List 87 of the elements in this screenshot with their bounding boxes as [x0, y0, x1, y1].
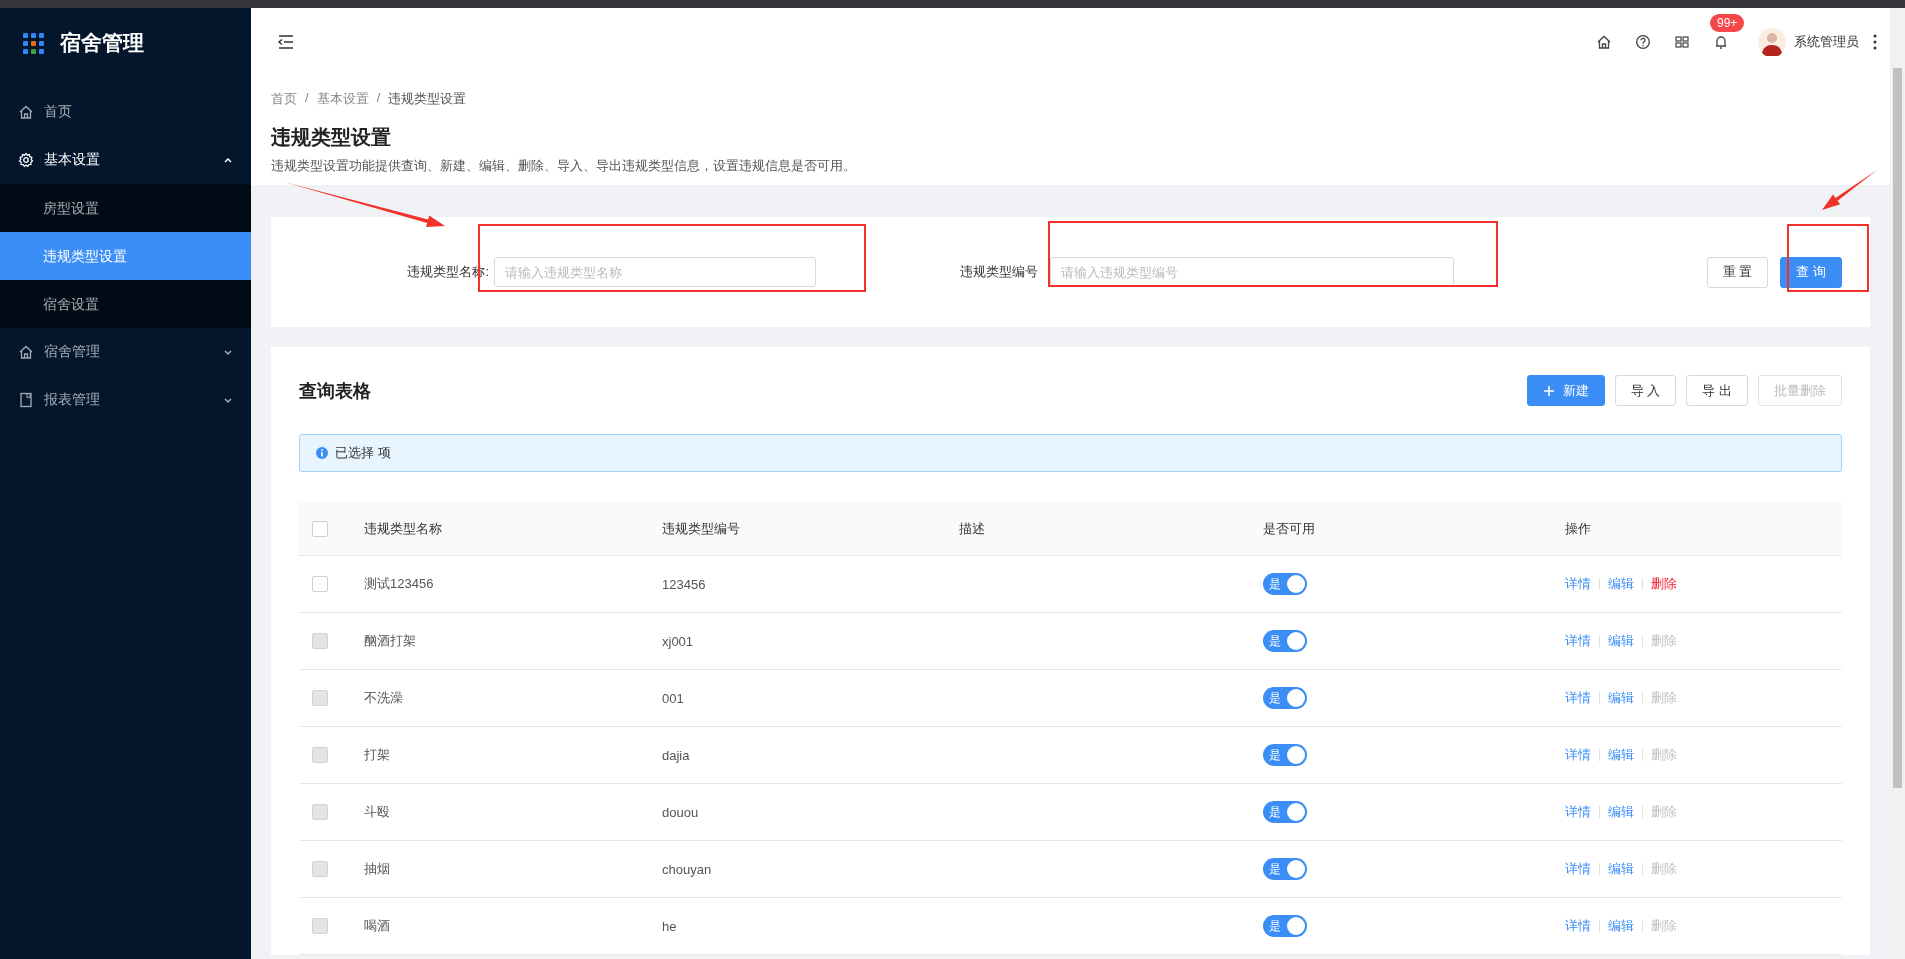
table-cell: 测试123456	[364, 575, 434, 593]
table-cell: xj001	[662, 633, 694, 649]
menu-item[interactable]: 报表管理	[0, 376, 251, 424]
toggle-switch[interactable]: 是	[1263, 858, 1307, 880]
action-link[interactable]: 编辑	[1608, 689, 1634, 707]
menu-item[interactable]: 首页	[0, 88, 251, 136]
action-link[interactable]: 编辑	[1608, 917, 1634, 935]
user-name[interactable]: 系统管理员	[1794, 32, 1859, 51]
column-header: 是否可用	[1263, 519, 1315, 538]
submenu-item[interactable]: 宿舍设置	[0, 280, 251, 328]
app-title: 宿舍管理	[60, 30, 144, 56]
breadcrumb-item: 违规类型设置	[388, 90, 467, 108]
home-icon	[18, 104, 34, 120]
toggle-switch[interactable]: 是	[1263, 687, 1307, 709]
help-icon[interactable]	[1635, 33, 1651, 50]
table-cell: dajia	[662, 747, 690, 763]
table-cell: chouyan	[662, 861, 712, 877]
action-link[interactable]: 详情	[1565, 575, 1591, 593]
menu-item[interactable]: 基本设置	[0, 136, 251, 184]
search-button[interactable]: 查 询	[1780, 256, 1842, 288]
action-link[interactable]: 编辑	[1608, 803, 1634, 821]
field-label: 违规类型编号	[960, 263, 1038, 281]
grid-icon[interactable]	[1674, 33, 1690, 50]
table-cell: he	[662, 918, 677, 934]
column-header: 违规类型名称	[364, 519, 442, 538]
chevron-down-icon	[223, 395, 233, 405]
table-cell: 喝酒	[364, 917, 390, 935]
action-link[interactable]: 编辑	[1608, 860, 1634, 878]
toggle-switch[interactable]: 是	[1263, 801, 1307, 823]
reset-button[interactable]: 重 置	[1706, 256, 1769, 288]
table-title: 查询表格	[299, 379, 371, 403]
home-icon	[18, 344, 34, 360]
search-field[interactable]: 请输入违规类型名称	[494, 257, 816, 287]
table-cell: 打架	[364, 746, 390, 764]
action-link[interactable]: 详情	[1565, 917, 1591, 935]
column-header: 描述	[959, 519, 985, 538]
column-header: 违规类型编号	[662, 519, 740, 538]
action-link[interactable]: 详情	[1565, 803, 1591, 821]
breadcrumb-item[interactable]: 基本设置	[316, 90, 369, 108]
table-cell: 123456	[662, 576, 706, 592]
toggle-switch[interactable]: 是	[1263, 915, 1307, 937]
select-all-checkbox[interactable]	[312, 520, 328, 537]
action-link[interactable]: 编辑	[1608, 632, 1634, 650]
action-link[interactable]: 编辑	[1608, 746, 1634, 764]
home-icon[interactable]	[1596, 33, 1612, 50]
action-link[interactable]: 详情	[1565, 632, 1591, 650]
table-cell: 不洗澡	[364, 689, 403, 707]
toolbar-button[interactable]: 导 入	[1614, 375, 1677, 406]
logo-icon	[23, 32, 44, 54]
scrollbar[interactable]	[1890, 8, 1905, 959]
action-link[interactable]: 删除	[1651, 575, 1677, 593]
toggle-switch[interactable]: 是	[1263, 630, 1307, 652]
submenu-item[interactable]: 房型设置	[0, 184, 251, 232]
search-field[interactable]: 请输入违规类型编号	[1050, 257, 1454, 287]
chevron-down-icon	[223, 347, 233, 357]
menu-item[interactable]: 宿舍管理	[0, 328, 251, 376]
table-cell: douou	[662, 804, 699, 820]
submenu-item[interactable]: 违规类型设置	[0, 232, 251, 280]
row-checkbox[interactable]	[312, 576, 328, 592]
breadcrumb-separator: /	[305, 90, 309, 107]
chevron-up-icon	[223, 155, 233, 165]
gear-icon	[18, 152, 34, 168]
table-cell: 斗殴	[364, 803, 390, 821]
user-avatar-icon[interactable]	[1758, 27, 1786, 56]
page-title: 违规类型设置	[271, 125, 392, 150]
page-description: 违规类型设置功能提供查询、新建、编辑、删除、导入、导出违规类型信息，设置违规信息是否可用。	[271, 157, 857, 175]
book-icon	[18, 392, 34, 408]
toolbar-button[interactable]: 导 出	[1686, 375, 1748, 406]
info-icon	[316, 447, 328, 459]
action-link[interactable]: 详情	[1565, 860, 1591, 878]
breadcrumb-item[interactable]: 首页	[271, 90, 297, 108]
plus-icon	[1542, 384, 1555, 397]
notification-badge: 99+	[1710, 13, 1745, 32]
table-cell: 抽烟	[364, 860, 390, 878]
toolbar-button[interactable]: 新建	[1526, 375, 1605, 406]
action-link[interactable]: 编辑	[1608, 575, 1634, 593]
toggle-switch[interactable]: 是	[1263, 573, 1307, 595]
column-header: 操作	[1565, 519, 1591, 538]
more-icon[interactable]	[1872, 32, 1878, 51]
action-link[interactable]: 详情	[1565, 746, 1591, 764]
bell-icon[interactable]	[1713, 33, 1729, 50]
table-cell: 001	[662, 690, 684, 706]
table-cell: 酗酒打架	[364, 632, 416, 650]
action-link[interactable]: 详情	[1565, 689, 1591, 707]
breadcrumb-separator: /	[376, 90, 381, 107]
toggle-switch[interactable]: 是	[1263, 744, 1307, 766]
alert-text: 已选择 项	[335, 444, 391, 462]
